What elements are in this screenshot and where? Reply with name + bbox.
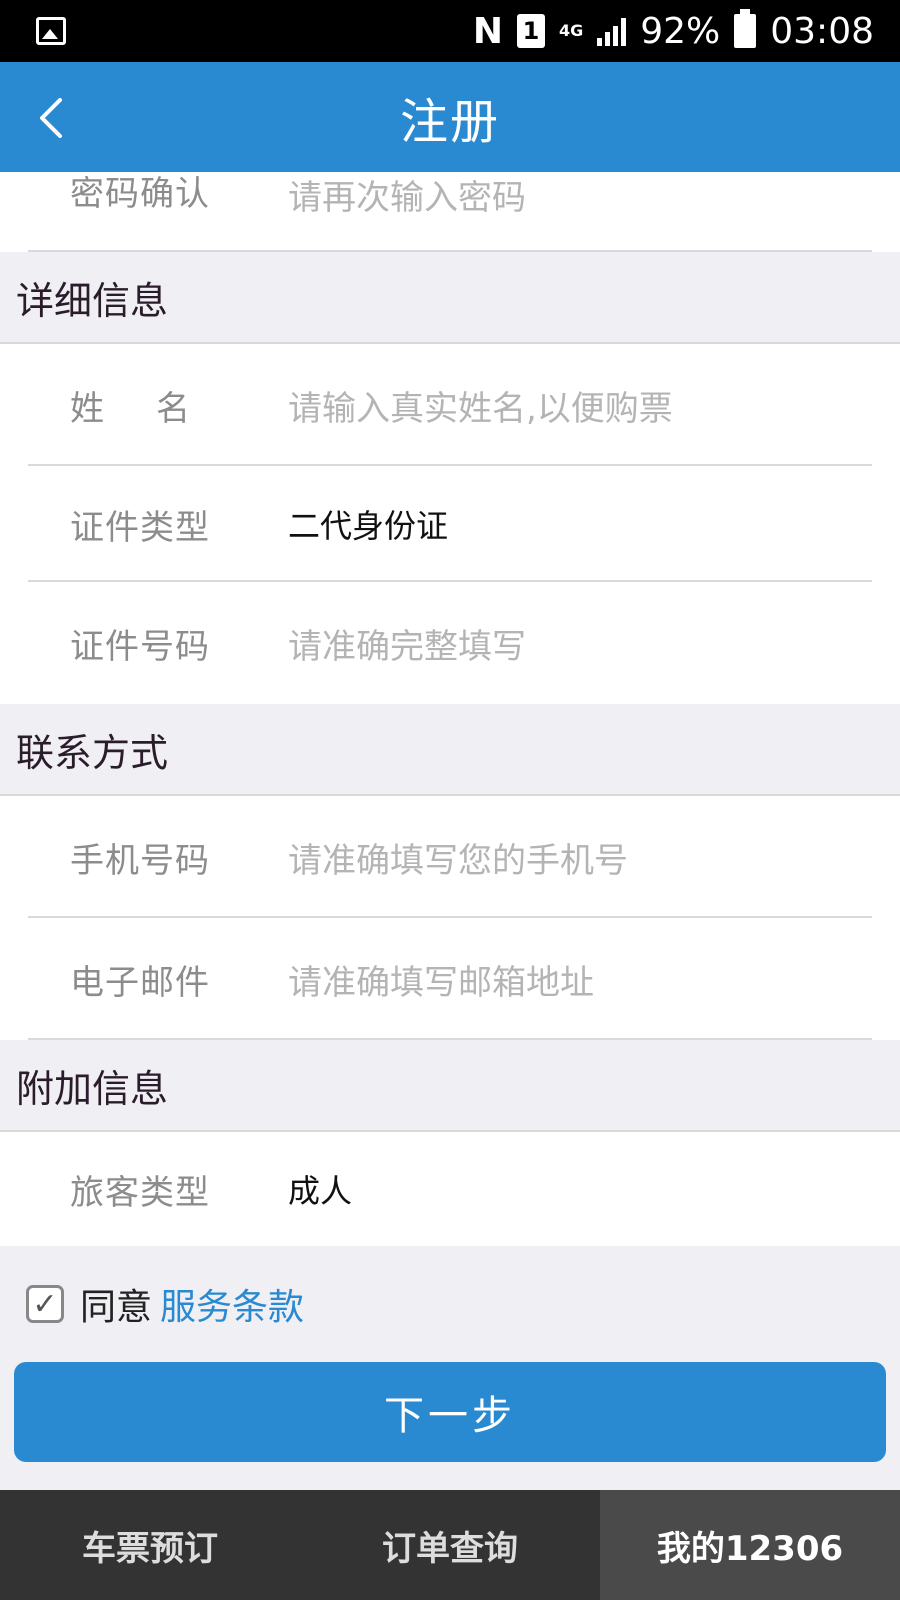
agreement-row: ✓ 同意 服务条款 <box>26 1278 304 1330</box>
email-label: 电子邮件 <box>70 962 210 1003</box>
id-type-label: 证件类型 <box>70 507 210 548</box>
tab-order-query[interactable]: 订单查询 <box>300 1490 600 1600</box>
page-title: 注册 <box>399 94 500 150</box>
agree-checkbox[interactable]: ✓ <box>26 1285 64 1323</box>
section-title-extra: 附加信息 <box>0 1040 900 1132</box>
agree-label: 同意 <box>80 1287 153 1328</box>
confirm-password-input[interactable]: 请再次输入密码 <box>288 170 526 219</box>
sim-icon: 1 <box>516 14 545 48</box>
register-form: 密码确认 请再次输入密码 详细信息 姓名 请输入真实姓名,以便购票 证件类型 二… <box>0 172 900 1246</box>
battery-icon <box>734 9 757 48</box>
passenger-type-row[interactable]: 旅客类型 成人 <box>0 1132 900 1246</box>
phone-row[interactable]: 手机号码 请准确填写您的手机号 <box>0 796 900 918</box>
tab-my-12306[interactable]: 我的12306 <box>600 1490 900 1600</box>
extra-group: 旅客类型 成人 <box>0 1132 900 1246</box>
phone-input[interactable]: 请准确填写您的手机号 <box>288 833 628 882</box>
details-group: 姓名 请输入真实姓名,以便购票 证件类型 二代身份证 证件号码 请准确完整填写 <box>0 344 900 704</box>
email-row[interactable]: 电子邮件 请准确填写邮箱地址 <box>0 918 900 1040</box>
phone-label: 手机号码 <box>70 840 210 881</box>
section-title-contact: 联系方式 <box>0 704 900 796</box>
confirm-password-label: 密码确认 <box>70 174 210 214</box>
id-number-label: 证件号码 <box>70 626 210 667</box>
id-number-row[interactable]: 证件号码 请准确完整填写 <box>0 582 900 704</box>
id-type-row[interactable]: 证件类型 二代身份证 <box>0 466 900 582</box>
name-label: 姓名 <box>70 388 242 429</box>
id-type-select[interactable]: 二代身份证 <box>288 501 448 547</box>
name-input[interactable]: 请输入真实姓名,以便购票 <box>288 381 673 430</box>
checkmark-icon: ✓ <box>32 1286 58 1322</box>
id-number-input[interactable]: 请准确完整填写 <box>288 619 526 668</box>
bottom-tabbar: 车票预订 订单查询 我的12306 <box>0 1490 900 1600</box>
image-notification-icon <box>36 17 66 45</box>
back-icon[interactable] <box>34 96 78 140</box>
clock: 03:08 <box>770 10 874 52</box>
terms-link[interactable]: 服务条款 <box>160 1278 304 1330</box>
name-row[interactable]: 姓名 请输入真实姓名,以便购票 <box>0 344 900 466</box>
passenger-type-label: 旅客类型 <box>70 1172 210 1213</box>
contact-group: 手机号码 请准确填写您的手机号 电子邮件 请准确填写邮箱地址 <box>0 796 900 1040</box>
nfc-icon: N <box>472 10 503 52</box>
tab-ticket-booking[interactable]: 车票预订 <box>0 1490 300 1600</box>
section-title-details: 详细信息 <box>0 252 900 344</box>
network-4g-icon: 4G <box>558 21 584 40</box>
status-bar: N 1 4G 92% 03:08 <box>0 0 900 62</box>
passenger-type-select[interactable]: 成人 <box>288 1166 352 1212</box>
confirm-password-row[interactable]: 密码确认 请再次输入密码 <box>0 172 900 252</box>
app-header: 注册 <box>0 62 900 172</box>
password-group: 密码确认 请再次输入密码 <box>0 172 900 252</box>
next-step-button[interactable]: 下一步 <box>14 1362 886 1462</box>
signal-icon <box>597 16 627 46</box>
email-input[interactable]: 请准确填写邮箱地址 <box>288 955 594 1004</box>
battery-percent: 92% <box>640 10 721 52</box>
